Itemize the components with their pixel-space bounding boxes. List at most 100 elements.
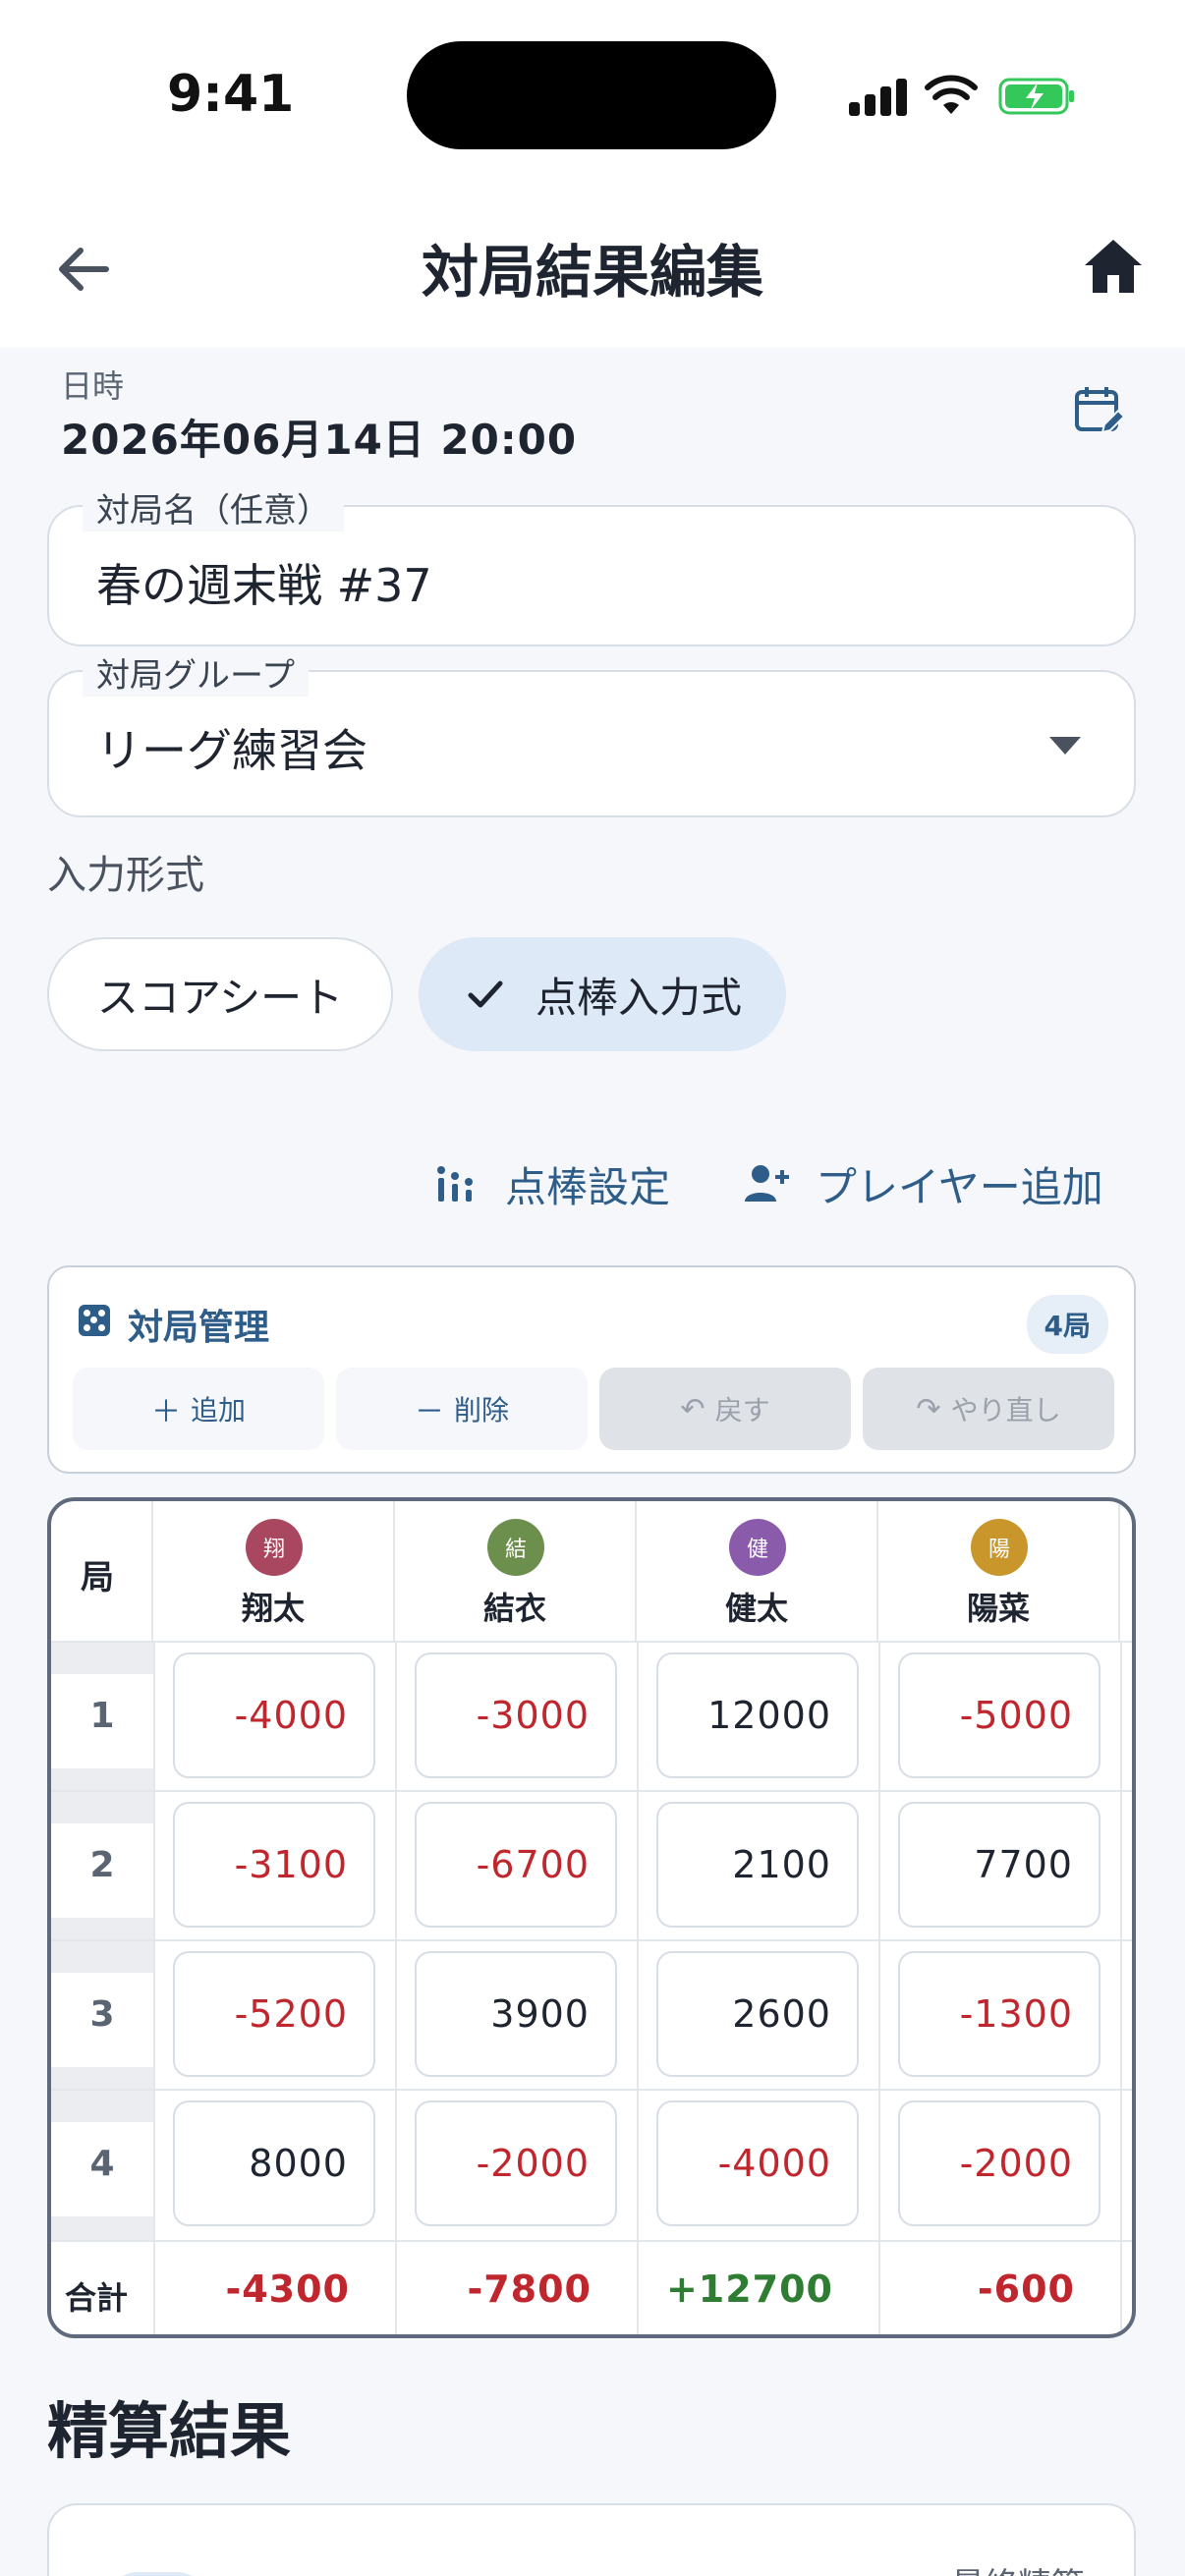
game-name-label: 対局名（任意） xyxy=(83,483,344,532)
round-count-badge: 4局 xyxy=(1026,1295,1108,1354)
avatar: 健 xyxy=(729,1519,786,1576)
person-add-icon xyxy=(745,1165,789,1202)
game-name-field[interactable]: 対局名（任意） 春の週末戦 #37 xyxy=(47,483,1136,646)
player-name: 翔太 xyxy=(241,1590,305,1627)
avatar xyxy=(108,2572,206,2576)
page-title: 対局結果編集 xyxy=(421,239,763,306)
game-group-select[interactable]: 対局グループ リーグ練習会 xyxy=(47,648,1136,817)
kyoku-number: 4 xyxy=(89,2144,115,2184)
undo-label: 戻す xyxy=(714,1394,770,1427)
avatar: 陽 xyxy=(971,1519,1028,1576)
divider xyxy=(51,1939,1132,1941)
minus-icon: － xyxy=(414,1395,444,1429)
tenbou-input-chip[interactable]: 点棒入力式 xyxy=(419,937,786,1051)
total-score: -4300 xyxy=(225,2268,350,2311)
score-input[interactable]: 3900 xyxy=(415,1951,617,2077)
kyoku-cell: 3 xyxy=(51,1941,153,2091)
score-input[interactable]: -5200 xyxy=(173,1951,375,2077)
row-stripe xyxy=(51,1792,153,1823)
score-input[interactable]: 12000 xyxy=(656,1652,859,1778)
tenbou-settings-button[interactable]: 点棒設定 xyxy=(432,1149,670,1218)
score-input[interactable]: 7700 xyxy=(898,1802,1100,1928)
total-score: +12700 xyxy=(665,2268,833,2311)
divider xyxy=(153,1643,155,2334)
redo-label: やり直し xyxy=(950,1394,1061,1427)
delete-round-label: 削除 xyxy=(453,1394,509,1427)
divider xyxy=(878,1643,880,2334)
kyoku-cell: 2 xyxy=(51,1792,153,1941)
player-header-2: 結 結衣 xyxy=(395,1501,637,1643)
status-time: 9:41 xyxy=(167,65,295,124)
score-table: 局 翔 翔太 結 結衣 健 健太 陽 陽菜 1 -4000 -3000 12000 -5… xyxy=(47,1497,1136,2338)
kyoku-header: 局 xyxy=(51,1501,153,1643)
delete-round-button[interactable]: － 削除 xyxy=(336,1368,588,1450)
round-management-card: 対局管理 4局 ＋ 追加 － 削除 ↶ 戻す ↷ やり直し xyxy=(47,1265,1136,1474)
score-input[interactable]: -3100 xyxy=(173,1802,375,1928)
score-input[interactable]: -2000 xyxy=(415,2100,617,2226)
app-bar: 対局結果編集 xyxy=(0,187,1185,348)
redo-icon: ↷ xyxy=(916,1391,941,1427)
total-label: 合計 xyxy=(65,2279,129,2317)
tenbou-input-chip-label: 点棒入力式 xyxy=(535,973,742,1022)
score-input[interactable]: -5000 xyxy=(898,1652,1100,1778)
row-stripe xyxy=(51,2067,153,2091)
final-settlement-label: 最終精算 xyxy=(951,2558,1085,2576)
settlement-card: 最終精算 xyxy=(47,2503,1136,2576)
game-group-value: リーグ練習会 xyxy=(96,724,367,777)
add-player-button[interactable]: プレイヤー追加 xyxy=(743,1149,1103,1218)
row-stripe xyxy=(51,2216,153,2240)
row-stripe xyxy=(51,1941,153,1973)
wifi-icon xyxy=(925,75,978,114)
undo-icon: ↶ xyxy=(680,1391,705,1427)
cellular-signal-icon xyxy=(849,79,910,116)
input-mode-label: 入力形式 xyxy=(47,853,204,898)
add-round-label: 追加 xyxy=(190,1394,246,1427)
score-input[interactable]: -1300 xyxy=(898,1951,1100,2077)
score-input[interactable]: 2100 xyxy=(656,1802,859,1928)
score-input[interactable]: 2600 xyxy=(656,1951,859,2077)
date-label: 日時 xyxy=(61,367,125,405)
date-value: 2026年06月14日 20:00 xyxy=(61,416,578,464)
kyoku-number: 2 xyxy=(89,1845,115,1885)
score-input[interactable]: 8000 xyxy=(173,2100,375,2226)
avatar: 結 xyxy=(487,1519,544,1576)
row-stripe xyxy=(51,2091,153,2122)
divider xyxy=(51,1790,1132,1792)
score-sheet-chip[interactable]: スコアシート xyxy=(47,937,393,1051)
player-header-1: 翔 翔太 xyxy=(153,1501,395,1643)
score-input[interactable]: -4000 xyxy=(656,2100,859,2226)
dice-icon xyxy=(79,1305,110,1336)
kyoku-cell: 1 xyxy=(51,1643,153,1792)
game-group-label: 対局グループ xyxy=(83,648,309,697)
game-name-input[interactable]: 春の週末戦 #37 xyxy=(96,550,432,615)
redo-button[interactable]: ↷ やり直し xyxy=(863,1368,1114,1450)
divider xyxy=(51,2089,1132,2091)
divider xyxy=(51,1641,1132,1643)
score-input[interactable]: -4000 xyxy=(173,1652,375,1778)
total-score: -7800 xyxy=(467,2268,592,2311)
score-sheet-chip-label: スコアシート xyxy=(96,973,344,1022)
row-stripe xyxy=(51,1918,153,1941)
add-round-button[interactable]: ＋ 追加 xyxy=(73,1368,324,1450)
avatar: 翔 xyxy=(246,1519,303,1576)
player-name: 陽菜 xyxy=(966,1590,1030,1627)
score-input[interactable]: -2000 xyxy=(898,2100,1100,2226)
calendar-edit-icon[interactable] xyxy=(1073,383,1128,438)
kyoku-header-label: 局 xyxy=(81,1558,114,1597)
check-icon xyxy=(468,980,503,1008)
dynamic-island xyxy=(407,41,776,149)
home-icon[interactable] xyxy=(1081,234,1146,299)
row-stripe xyxy=(51,1768,153,1792)
tenbou-settings-label: 点棒設定 xyxy=(505,1162,671,1211)
tenbou-bars-icon xyxy=(437,1166,473,1202)
row-stripe xyxy=(51,1643,153,1674)
total-score: -600 xyxy=(977,2268,1075,2311)
battery-charging-icon xyxy=(998,78,1074,115)
player-header-4: 陽 陽菜 xyxy=(878,1501,1120,1643)
divider xyxy=(1120,1643,1122,2334)
undo-button[interactable]: ↶ 戻す xyxy=(599,1368,851,1450)
score-input[interactable]: -3000 xyxy=(415,1652,617,1778)
player-name: 結衣 xyxy=(482,1590,546,1627)
status-bar: 9:41 xyxy=(0,0,1185,187)
score-input[interactable]: -6700 xyxy=(415,1802,617,1928)
